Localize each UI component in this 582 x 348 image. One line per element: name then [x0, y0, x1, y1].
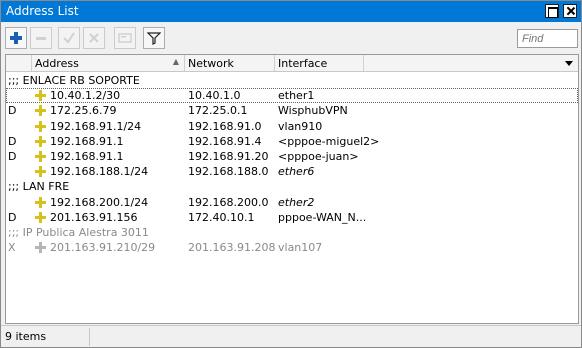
comment-text: ;;; LAN FRE: [8, 180, 70, 194]
row-network: 172.25.0.1: [188, 104, 248, 118]
restore-window-icon[interactable]: [545, 4, 559, 18]
add-button[interactable]: [5, 27, 27, 49]
address-plus-icon: [35, 120, 46, 132]
row-flag: X: [8, 241, 16, 255]
find-input[interactable]: [517, 29, 578, 48]
address-plus-icon: [35, 196, 46, 208]
table-row[interactable]: 192.168.200.1/24 192.168.200.0 ether2: [6, 195, 578, 210]
remove-button[interactable]: [30, 27, 52, 49]
table-row[interactable]: D 192.168.91.1 192.168.91.20 <pppoe-juan>: [6, 149, 578, 164]
window-title: Address List: [6, 4, 79, 18]
row-interface: ether1: [278, 89, 315, 103]
sort-arrow-icon: ▲: [172, 57, 179, 66]
row-interface: ether6: [278, 165, 315, 179]
address-list-window: Address List Address ▲: [0, 0, 582, 348]
row-interface: pppoe-WAN_N...: [278, 210, 367, 224]
toolbar: [1, 23, 581, 53]
status-divider: [89, 328, 90, 346]
column-header-address[interactable]: Address ▲: [32, 55, 185, 71]
table-row[interactable]: 10.40.1.2/30 10.40.1.0 ether1: [6, 88, 578, 104]
comment-button[interactable]: [114, 27, 136, 49]
row-address: 10.40.1.2/30: [50, 89, 121, 103]
disable-button[interactable]: [83, 27, 105, 49]
row-address: 192.168.91.1: [50, 134, 124, 148]
plus-icon: [10, 32, 22, 44]
address-plus-icon: [35, 166, 46, 178]
table-row[interactable]: D 192.168.91.1 192.168.91.4 <pppoe-miguel2>: [6, 134, 578, 149]
address-plus-icon: [35, 242, 46, 254]
enable-button[interactable]: [58, 27, 80, 49]
address-table: Address ▲ Network Interface ;;; ENLACE R…: [5, 54, 579, 324]
row-address: 192.168.188.1/24: [50, 165, 149, 179]
row-interface: <pppoe-miguel2>: [278, 134, 380, 148]
funnel-icon: [147, 32, 161, 45]
row-network: 192.168.188.0: [188, 165, 269, 179]
checkmark-icon: [63, 32, 75, 44]
filter-button[interactable]: [143, 27, 165, 49]
column-header-interface-label: Interface: [278, 57, 328, 70]
column-header-network[interactable]: Network: [185, 55, 275, 71]
row-network: 192.168.91.4: [188, 134, 262, 148]
title-bar[interactable]: Address List: [1, 1, 581, 22]
table-row[interactable]: X 201.163.91.210/29 201.163.91.208 vlan107: [6, 240, 578, 255]
row-interface: <pppoe-juan>: [278, 150, 359, 163]
row-flag: D: [8, 134, 17, 148]
row-network: 10.40.1.0: [188, 89, 241, 103]
column-header-flags[interactable]: [6, 55, 32, 71]
columns-dropdown-icon[interactable]: [565, 61, 573, 66]
column-header-interface[interactable]: Interface: [275, 55, 364, 71]
table-header: Address ▲ Network Interface: [6, 55, 578, 72]
table-row[interactable]: D 172.25.6.79 172.25.0.1 WisphubVPN: [6, 103, 578, 118]
row-address: 192.168.91.1: [50, 150, 124, 163]
address-plus-icon: [35, 90, 46, 102]
address-plus-icon: [35, 211, 46, 223]
row-flag: D: [8, 150, 17, 163]
row-interface: vlan910: [278, 119, 323, 133]
row-network: 201.163.91.208: [188, 241, 276, 255]
x-icon: [89, 33, 99, 43]
row-network: 172.40.10.1: [188, 210, 255, 224]
row-network: 192.168.200.0: [188, 195, 269, 209]
row-address: 192.168.200.1/24: [50, 195, 149, 209]
row-address: 201.163.91.210/29: [50, 241, 156, 255]
column-header-network-label: Network: [188, 57, 234, 70]
comment-row[interactable]: ;;; LAN FRE: [6, 179, 578, 194]
comment-text: ;;; ENLACE RB SOPORTE: [8, 74, 140, 87]
address-plus-icon: [35, 151, 46, 162]
row-interface: WisphubVPN: [278, 104, 348, 118]
close-window-icon[interactable]: [563, 4, 577, 18]
column-header-address-label: Address: [35, 57, 79, 70]
row-address: 172.25.6.79: [50, 104, 117, 118]
address-plus-icon: [35, 105, 46, 117]
row-flag: D: [8, 104, 17, 118]
table-row[interactable]: 192.168.188.1/24 192.168.188.0 ether6: [6, 164, 578, 179]
column-header-spacer: [364, 55, 578, 71]
comment-row[interactable]: ;;; IP Publica Alestra 3011: [6, 225, 578, 240]
status-bar: 9 items: [1, 325, 581, 347]
table-row[interactable]: D 201.163.91.156 172.40.10.1 pppoe-WAN_N...: [6, 210, 578, 225]
comment-row[interactable]: ;;; ENLACE RB SOPORTE: [6, 73, 578, 88]
comment-text: ;;; IP Publica Alestra 3011: [8, 226, 149, 239]
row-interface: vlan107: [278, 241, 323, 255]
items-count: 9 items: [5, 330, 47, 343]
row-flag: D: [8, 210, 17, 224]
row-network: 192.168.91.20: [188, 150, 269, 163]
table-row[interactable]: 192.168.91.1/24 192.168.91.0 vlan910: [6, 119, 578, 134]
row-address: 192.168.91.1/24: [50, 119, 142, 133]
note-icon: [118, 33, 132, 43]
row-interface: ether2: [278, 195, 315, 209]
minus-icon: [36, 37, 46, 40]
address-plus-icon: [35, 135, 46, 147]
row-network: 192.168.91.0: [188, 119, 262, 133]
row-address: 201.163.91.156: [50, 210, 138, 224]
